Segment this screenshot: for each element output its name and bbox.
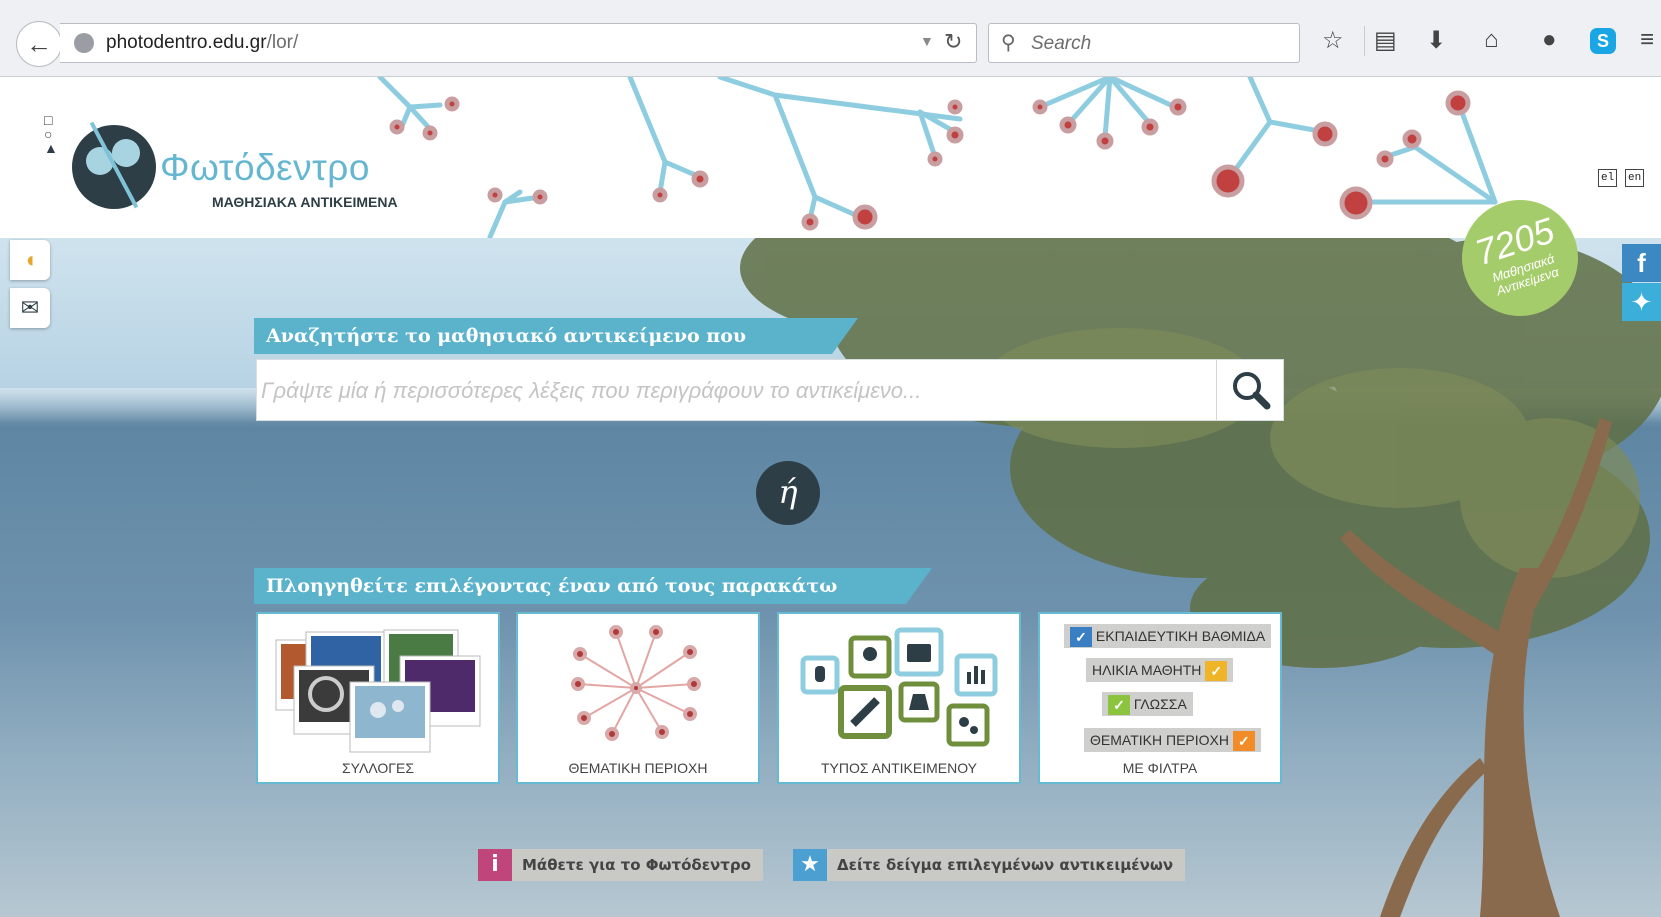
bookmark-star-icon[interactable]: ☆ [1322, 26, 1344, 55]
search-box [256, 359, 1284, 422]
site-header: □ ○ ▲ Φωτόδεντρο ΜΑΘΗΣΙΑΚΑ ΑΝΤΙΚΕΙΜΕΝΑ el … [0, 77, 1661, 238]
check-icon: ✓ [1070, 627, 1092, 648]
or-divider: ή [756, 461, 820, 525]
filter-tag-level: ✓ ΕΚΠΑΙΔΕΥΤΙΚΗ ΒΑΘΜΙΔΑ [1064, 624, 1272, 648]
featured-link[interactable]: ★ Δείτε δείγμα επιλεγμένων αντικειμένων [793, 849, 1186, 881]
card-label: ΤΥΠΟΣ ΑΝΤΙΚΕΙΜΕΝΟΥ [820, 760, 977, 776]
side-tab-help[interactable]: ◖ [10, 240, 50, 280]
brand-subtitle: ΜΑΘΗΣΙΑΚΑ ΑΝΤΙΚΕΙΜΕΝΑ [212, 194, 398, 210]
featured-link-label: Δείτε δείγμα επιλεγμένων αντικειμένων [837, 856, 1174, 874]
check-icon: ✓ [1108, 695, 1130, 716]
filter-tag-language: ✓ ΓΛΩΣΣΑ [1102, 692, 1193, 716]
download-icon[interactable]: ⬇ [1426, 26, 1446, 55]
about-link[interactable]: i Μάθετε για το Φωτόδεντρο [478, 849, 763, 881]
filter-tag-label: ΗΛΙΚΙΑ ΜΑΘΗΤΗ [1092, 662, 1202, 678]
object-types-art [800, 627, 998, 747]
filter-tag-label: ΕΚΠΑΙΔΕΥΤΙΚΗ ΒΑΘΜΙΔΑ [1095, 628, 1266, 644]
chat-icon[interactable]: ● [1542, 26, 1557, 54]
filter-tag-subject: ΘΕΜΑΤΙΚΗ ΠΕΡΙΟΧΗ ✓ [1084, 728, 1261, 752]
filter-tag-label: ΘΕΜΑΤΙΚΗ ΠΕΡΙΟΧΗ [1090, 732, 1229, 748]
card-label: ΣΥΛΛΟΓΕΣ [342, 760, 414, 776]
check-icon: ✓ [1232, 731, 1255, 752]
history-dropdown-icon[interactable]: ▼ [920, 33, 934, 49]
card-label: ΜΕ ΦΙΛΤΡΑ [1122, 760, 1198, 776]
star-icon: ★ [793, 849, 827, 881]
card-object-type[interactable]: ΤΥΠΟΣ ΑΝΤΙΚΕΙΜΕΝΟΥ [777, 612, 1021, 784]
back-arrow-icon: ← [26, 28, 52, 59]
filter-tag-age: ΗΛΙΚΙΑ ΜΑΘΗΤΗ ✓ [1086, 658, 1234, 682]
filter-tag-label: ΓΛΩΣΣΑ [1133, 696, 1187, 712]
check-icon: ✓ [1205, 661, 1228, 682]
card-collections[interactable]: ΣΥΛΛΟΓΕΣ [256, 612, 500, 784]
browser-toolbar: ← photodentro.edu.gr/lor/ ▼ ↻ ⚲ Search ☆… [0, 0, 1661, 77]
hero-section: ◖ ✉ f ✦ Αναζητήστε το μαθησιακό αντικείμ… [0, 238, 1661, 917]
lang-el-button[interactable]: el [1598, 169, 1618, 187]
brand-title[interactable]: Φωτόδεντρο [160, 147, 370, 189]
card-filters[interactable]: ✓ ΕΚΠΑΙΔΕΥΤΙΚΗ ΒΑΘΜΙΔΑ ΗΛΙΚΙΑ ΜΑΘΗΤΗ ✓ ✓… [1038, 612, 1282, 784]
lang-en-button[interactable]: en [1625, 169, 1645, 187]
url-path: /lor/ [266, 32, 299, 53]
globe-icon [74, 33, 94, 53]
reload-icon[interactable]: ↻ [944, 29, 962, 55]
menu-icon[interactable]: ≡ [1640, 26, 1654, 54]
url-text[interactable]: photodentro.edu.gr/lor/ [106, 32, 298, 54]
home-icon[interactable]: ⌂ [1484, 26, 1499, 54]
skype-icon[interactable]: S [1590, 28, 1616, 54]
search-input[interactable] [257, 360, 1223, 422]
mail-question-icon: ✉ [20, 295, 40, 320]
url-host: photodentro.edu.gr [106, 32, 267, 53]
collections-art [275, 629, 481, 753]
info-icon: i [478, 849, 512, 881]
logo-symbols-icon: □ ○ ▲ [44, 112, 58, 156]
toolbar-separator [1364, 26, 1365, 56]
side-tab-contact[interactable]: ✉ [10, 288, 50, 328]
search-icon: ⚲ [1001, 32, 1016, 54]
subject-network-icon [571, 625, 701, 741]
facebook-button[interactable]: f [1622, 244, 1661, 282]
about-link-label: Μάθετε για το Φωτόδεντρο [522, 856, 751, 874]
reading-list-icon[interactable]: ▤ [1374, 26, 1397, 55]
browser-search-box[interactable]: ⚲ Search [988, 23, 1300, 63]
twitter-button[interactable]: ✦ [1622, 283, 1661, 321]
card-subject-area[interactable]: ΘΕΜΑΤΙΚΗ ΠΕΡΙΟΧΗ [516, 612, 760, 784]
search-heading: Αναζητήστε το μαθησιακό αντικείμενο που … [254, 318, 858, 383]
card-label: ΘΕΜΑΤΙΚΗ ΠΕΡΙΟΧΗ [568, 760, 708, 776]
search-button[interactable] [1216, 360, 1283, 420]
help-icon: ◖ [23, 247, 37, 272]
magnifier-icon [1233, 372, 1271, 410]
browser-search-placeholder: Search [1031, 33, 1092, 54]
twitter-icon: ✦ [1630, 287, 1653, 317]
address-bar[interactable]: photodentro.edu.gr/lor/ ▼ ↻ [60, 23, 977, 63]
browse-heading: Πλοηγηθείτε επιλέγοντας έναν από τους πα… [254, 568, 932, 633]
facebook-icon: f [1637, 248, 1646, 278]
back-button[interactable]: ← [16, 21, 62, 67]
